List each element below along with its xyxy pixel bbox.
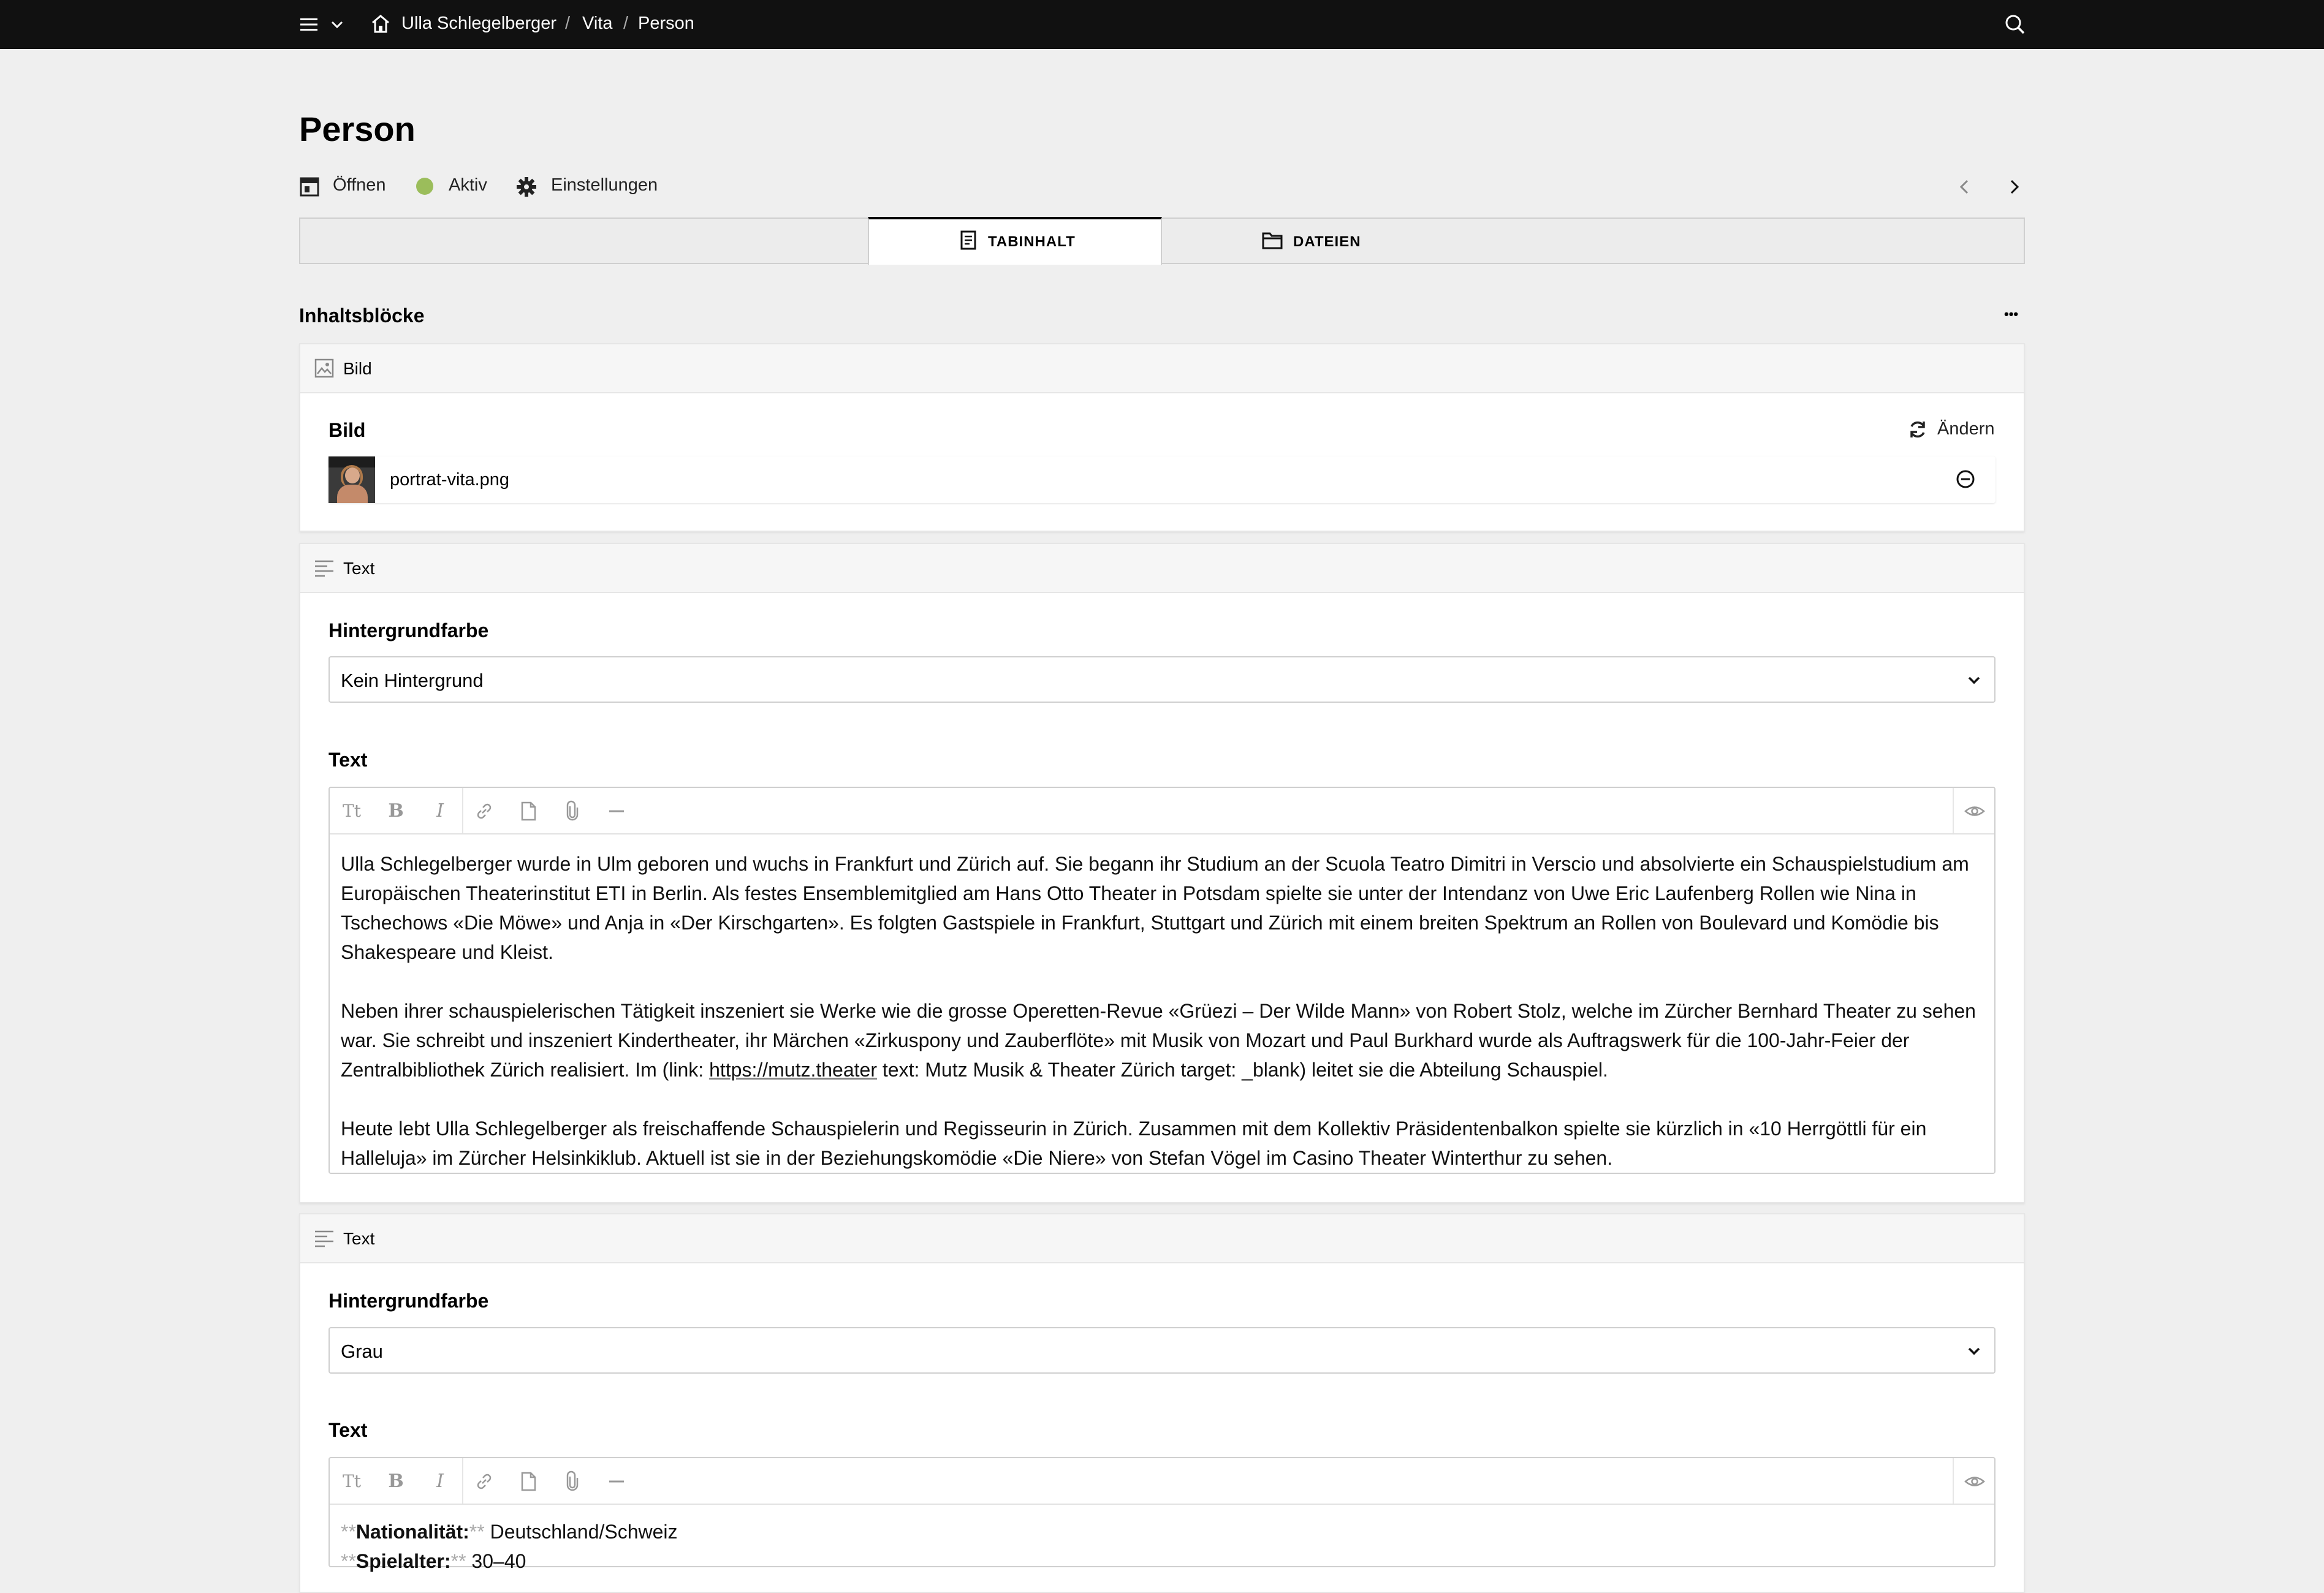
toolbar-separator bbox=[462, 788, 463, 833]
text-editor: Tt B I **Nationalität:** Deutschland/Sch… bbox=[328, 1457, 1996, 1572]
markdown-marker: ** bbox=[469, 1521, 485, 1543]
document-icon bbox=[960, 230, 976, 250]
field-key: Nationalität: bbox=[355, 1521, 469, 1543]
link-icon[interactable] bbox=[473, 1470, 495, 1493]
block-type-label: Text bbox=[343, 559, 375, 578]
breadcrumb-separator: / bbox=[623, 13, 629, 33]
italic-icon[interactable]: I bbox=[429, 800, 451, 822]
text-field-label: Text bbox=[328, 1419, 368, 1441]
headings-icon[interactable]: Tt bbox=[341, 1470, 363, 1493]
tab-dateien[interactable]: DATEIEN bbox=[1293, 233, 1361, 251]
text-field-label: Text bbox=[328, 749, 368, 771]
folder-icon[interactable] bbox=[1261, 230, 1283, 250]
remove-icon[interactable] bbox=[1955, 469, 1976, 490]
gear-icon[interactable] bbox=[515, 176, 537, 198]
horizontal-rule-icon[interactable] bbox=[606, 800, 628, 822]
text-line: **Spielalter:** 30–40 bbox=[341, 1546, 1983, 1576]
chevron-down-icon bbox=[1968, 1347, 1980, 1355]
change-button[interactable]: Ändern bbox=[1937, 419, 1995, 439]
field-key: Spielalter: bbox=[355, 1550, 451, 1572]
top-bar: Ulla Schlegelberger / Vita / Person bbox=[0, 0, 2324, 49]
field-value: Deutschland/Schweiz bbox=[484, 1521, 678, 1543]
paragraph: Neben ihrer schauspielerischen Tätigkeit… bbox=[341, 996, 1983, 1084]
breadcrumb-separator: / bbox=[565, 13, 571, 33]
toolbar-separator bbox=[462, 1458, 463, 1504]
status-button[interactable]: Aktiv bbox=[449, 175, 487, 195]
background-color-label: Hintergrundfarbe bbox=[328, 1290, 489, 1312]
text-align-icon bbox=[315, 560, 333, 577]
file-icon[interactable] bbox=[517, 1470, 539, 1493]
preview-eye-icon[interactable] bbox=[1964, 801, 1986, 821]
chevron-down-icon[interactable] bbox=[330, 17, 344, 32]
editor-toolbar: Tt B I bbox=[330, 1458, 1994, 1505]
field-value: 30–40 bbox=[466, 1550, 526, 1572]
menu-icon[interactable] bbox=[299, 15, 319, 34]
section-title: Inhaltsblöcke bbox=[299, 305, 425, 327]
headings-icon[interactable]: Tt bbox=[341, 800, 363, 822]
open-icon[interactable] bbox=[299, 176, 320, 197]
more-icon[interactable]: ••• bbox=[2004, 306, 2018, 322]
chevron-down-icon bbox=[1968, 676, 1980, 684]
select-value: Kein Hintergrund bbox=[341, 670, 484, 691]
breadcrumb-item-vita[interactable]: Vita bbox=[582, 13, 612, 34]
paragraph: Ulla Schlegelberger wurde in Ulm geboren… bbox=[341, 853, 1969, 963]
paragraph-text: text: Mutz Musik & Theater Zürich target… bbox=[876, 1059, 1608, 1081]
breadcrumb-item-person[interactable]: Person bbox=[638, 13, 694, 34]
page-title: Person bbox=[299, 110, 416, 148]
markdown-marker: ** bbox=[450, 1550, 466, 1572]
block-type-label: Text bbox=[343, 1229, 375, 1248]
bold-icon[interactable]: B bbox=[385, 800, 407, 822]
background-color-select[interactable]: Grau bbox=[328, 1327, 1996, 1374]
text-line: **Nationalität:** Deutschland/Schweiz bbox=[341, 1517, 1983, 1546]
background-color-select[interactable]: Kein Hintergrund bbox=[328, 656, 1996, 703]
text-editor: Tt B I Ulla Schlegelberger wurde in Ulm … bbox=[328, 787, 1996, 1174]
select-value: Grau bbox=[341, 1341, 383, 1362]
editor-toolbar: Tt B I bbox=[330, 788, 1994, 834]
attachment-icon[interactable] bbox=[561, 800, 583, 822]
chevron-right-icon[interactable] bbox=[2007, 179, 2021, 195]
link-icon[interactable] bbox=[473, 800, 495, 822]
file-item[interactable]: portrat-vita.png bbox=[328, 456, 1996, 503]
block-type-label: Bild bbox=[343, 359, 372, 378]
image-field-label: Bild bbox=[328, 419, 366, 441]
horizontal-rule-icon[interactable] bbox=[606, 1470, 628, 1493]
image-block: Bild bbox=[299, 343, 2025, 532]
editor-content[interactable]: Ulla Schlegelberger wurde in Ulm geboren… bbox=[341, 849, 1983, 1202]
status-dot-icon bbox=[416, 178, 433, 195]
attachment-icon[interactable] bbox=[561, 1470, 583, 1493]
breadcrumb-item-site[interactable]: Ulla Schlegelberger bbox=[401, 13, 556, 34]
tab-bar bbox=[299, 218, 2025, 264]
image-icon bbox=[314, 358, 334, 378]
paragraph: Heute lebt Ulla Schlegelberger als freis… bbox=[341, 1118, 1927, 1169]
tab-tabinhalt-label: TABINHALT bbox=[988, 233, 1076, 250]
markdown-marker: ** bbox=[341, 1521, 356, 1543]
block-header[interactable]: Text bbox=[300, 1214, 2024, 1263]
block-header[interactable]: Text bbox=[300, 544, 2024, 593]
file-thumbnail bbox=[328, 456, 375, 503]
background-color-label: Hintergrundfarbe bbox=[328, 619, 489, 641]
link-url[interactable]: https://mutz.theater bbox=[709, 1059, 877, 1081]
bold-icon[interactable]: B bbox=[385, 1470, 407, 1493]
italic-icon[interactable]: I bbox=[429, 1470, 451, 1493]
search-icon[interactable] bbox=[2004, 13, 2026, 36]
toolbar-separator bbox=[1953, 788, 1954, 833]
settings-button[interactable]: Einstellungen bbox=[551, 175, 658, 195]
block-header[interactable]: Bild bbox=[300, 344, 2024, 393]
chevron-left-icon[interactable] bbox=[1958, 179, 1972, 195]
markdown-marker: ** bbox=[341, 1550, 356, 1572]
refresh-icon[interactable] bbox=[1907, 419, 1928, 440]
open-button[interactable]: Öffnen bbox=[333, 175, 386, 195]
home-icon[interactable] bbox=[370, 13, 391, 34]
file-name: portrat-vita.png bbox=[390, 470, 510, 490]
text-align-icon bbox=[315, 1230, 333, 1247]
file-icon[interactable] bbox=[517, 800, 539, 822]
preview-eye-icon[interactable] bbox=[1964, 1472, 1986, 1491]
toolbar-separator bbox=[1953, 1458, 1954, 1504]
